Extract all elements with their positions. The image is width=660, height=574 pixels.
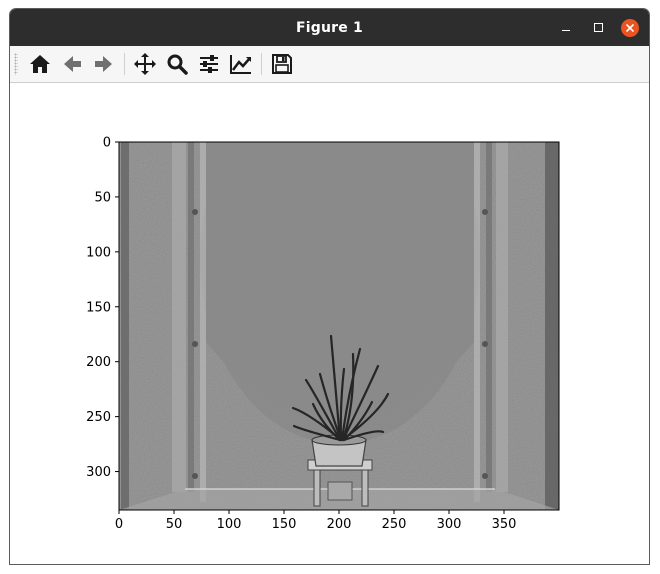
- y-tick-label: 250: [86, 410, 111, 425]
- toolbar-separator: [124, 53, 125, 75]
- configure-subplots-button[interactable]: [195, 50, 223, 78]
- minimize-button[interactable]: [557, 19, 575, 37]
- plant-image: [119, 142, 559, 510]
- y-tick-label: 0: [103, 136, 111, 151]
- home-button[interactable]: [26, 50, 54, 78]
- figure-window: Figure 1 0 50 100 150 200 250 300 350 0 …: [9, 8, 650, 565]
- x-tick-label: 250: [382, 517, 407, 532]
- x-tick-label: 350: [492, 517, 517, 532]
- edit-curves-icon: [230, 55, 251, 74]
- forward-button[interactable]: [90, 50, 118, 78]
- x-tick-label: 0: [115, 517, 123, 532]
- save-icon: [272, 54, 292, 74]
- x-tick-label: 300: [437, 517, 462, 532]
- pan-icon: [134, 53, 156, 75]
- close-button[interactable]: [621, 18, 639, 37]
- y-tick-label: 50: [94, 190, 111, 205]
- y-tick-label: 150: [86, 300, 111, 315]
- y-tick-label: 100: [86, 245, 111, 260]
- window-controls: [557, 9, 639, 46]
- x-tick-label: 100: [217, 517, 242, 532]
- subplots-icon: [200, 55, 218, 73]
- minimize-icon: [562, 29, 570, 31]
- title-bar[interactable]: Figure 1: [10, 9, 649, 46]
- figure-canvas[interactable]: 0 50 100 150 200 250 300 350 0 50 100 150 200 250 300: [10, 84, 649, 564]
- window-title: Figure 1: [296, 19, 363, 36]
- pan-button[interactable]: [131, 50, 159, 78]
- back-button[interactable]: [58, 50, 86, 78]
- toolbar-grip[interactable]: [14, 53, 18, 75]
- home-icon: [30, 55, 50, 73]
- edit-axis-button[interactable]: [227, 50, 255, 78]
- save-button[interactable]: [268, 50, 296, 78]
- y-tick-label: 200: [86, 355, 111, 370]
- back-arrow-icon: [64, 56, 81, 72]
- x-tick-label: 200: [327, 517, 352, 532]
- forward-arrow-icon: [95, 56, 112, 72]
- toolbar: [10, 46, 649, 83]
- x-tick-label: 50: [166, 517, 183, 532]
- close-icon: [626, 23, 634, 32]
- zoom-button[interactable]: [163, 50, 191, 78]
- maximize-icon: [593, 23, 603, 32]
- toolbar-separator: [261, 53, 262, 75]
- zoom-icon: [167, 54, 188, 75]
- maximize-button[interactable]: [589, 19, 607, 37]
- image-plot[interactable]: 0 50 100 150 200 250 300 350 0 50 100 150 200 250 300: [10, 84, 649, 564]
- y-tick-label: 300: [86, 465, 111, 480]
- x-tick-label: 150: [272, 517, 297, 532]
